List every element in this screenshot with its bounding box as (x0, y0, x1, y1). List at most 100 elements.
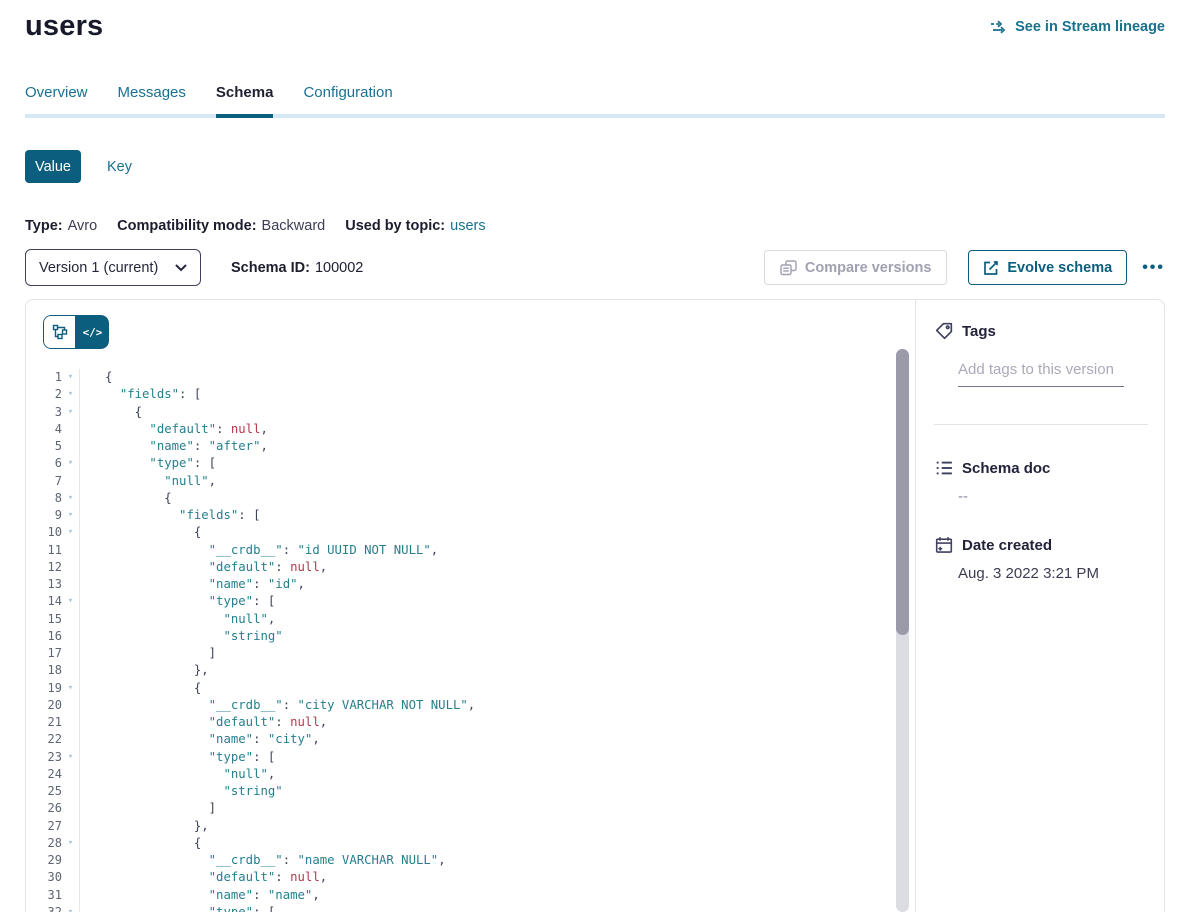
line-number: 21 (26, 714, 62, 731)
line-gutter: 30 (26, 869, 80, 886)
tab-configuration[interactable]: Configuration (303, 84, 392, 114)
code-text: "name": "city", (80, 731, 320, 748)
code-text: "type": [ (80, 455, 216, 472)
line-gutter: 17 (26, 645, 80, 662)
code-line: 23▾ "type": [ (26, 749, 915, 766)
line-number: 24 (26, 766, 62, 783)
schema-id-label: Schema ID: (231, 260, 310, 276)
schema-doc-value: -- (958, 488, 1164, 505)
fold-arrow-icon[interactable]: ▾ (62, 904, 79, 912)
code-view-button[interactable]: </> (76, 315, 109, 349)
line-number: 17 (26, 645, 62, 662)
editor-scrollbar-thumb[interactable] (896, 349, 909, 635)
fold-spacer (62, 818, 79, 835)
line-gutter: 26 (26, 800, 80, 817)
code-line: 13 "name": "id", (26, 576, 915, 593)
line-number: 11 (26, 542, 62, 559)
schema-actions: Compare versions Evolve schema ••• (764, 250, 1165, 285)
code-text: { (80, 404, 142, 421)
code-line: 20 "__crdb__": "city VARCHAR NOT NULL", (26, 697, 915, 714)
evolve-schema-icon (983, 260, 999, 276)
schema-code-editor: </> 1▾{2▾ "fields": [3▾ {4 "default": nu… (26, 300, 915, 912)
fold-spacer (62, 869, 79, 886)
version-select[interactable]: Version 1 (current) (25, 249, 201, 286)
version-select-value: Version 1 (current) (39, 260, 158, 276)
fold-arrow-icon[interactable]: ▾ (62, 524, 79, 541)
tab-schema[interactable]: Schema (216, 84, 274, 118)
compare-versions-button[interactable]: Compare versions (764, 250, 948, 285)
line-gutter: 16 (26, 628, 80, 645)
line-number: 30 (26, 869, 62, 886)
code-text: "name": "id", (80, 576, 305, 593)
fold-spacer (62, 576, 79, 593)
fold-arrow-icon[interactable]: ▾ (62, 404, 79, 421)
line-gutter: 4 (26, 421, 80, 438)
line-gutter: 24 (26, 766, 80, 783)
date-created-value: Aug. 3 2022 3:21 PM (958, 565, 1164, 582)
schema-meta-row: Type: Avro Compatibility mode: Backward … (25, 218, 1165, 234)
fold-spacer (62, 697, 79, 714)
value-key-toggle: Value Key (25, 150, 1165, 183)
fold-spacer (62, 473, 79, 490)
line-number: 28 (26, 835, 62, 852)
tag-icon (935, 322, 953, 340)
line-gutter: 8▾ (26, 490, 80, 507)
fold-arrow-icon[interactable]: ▾ (62, 835, 79, 852)
code-line: 4 "default": null, (26, 421, 915, 438)
fold-spacer (62, 421, 79, 438)
fold-arrow-icon[interactable]: ▾ (62, 749, 79, 766)
line-gutter: 1▾ (26, 369, 80, 386)
fold-arrow-icon[interactable]: ▾ (62, 593, 79, 610)
line-gutter: 13 (26, 576, 80, 593)
code-text: ] (80, 645, 216, 662)
type-value: Avro (68, 218, 98, 234)
fold-spacer (62, 611, 79, 628)
code-text: "name": "name", (80, 887, 320, 904)
fold-spacer (62, 887, 79, 904)
code-line: 8▾ { (26, 490, 915, 507)
code-line: 18 }, (26, 662, 915, 679)
fold-arrow-icon[interactable]: ▾ (62, 455, 79, 472)
list-icon (935, 459, 953, 477)
version-bar: Version 1 (current) Schema ID: 100002 (25, 249, 1165, 286)
key-toggle-button[interactable]: Key (107, 159, 132, 175)
stream-lineage-link[interactable]: See in Stream lineage (990, 19, 1165, 35)
tab-overview[interactable]: Overview (25, 84, 88, 114)
code-line: 10▾ { (26, 524, 915, 541)
tree-view-button[interactable] (43, 315, 76, 349)
code-line: 32▾ "type": [ (26, 904, 915, 912)
more-options-button[interactable]: ••• (1142, 259, 1165, 277)
editor-scrollbar[interactable] (896, 349, 909, 912)
add-tags-input[interactable] (958, 361, 1124, 387)
code-line: 22 "name": "city", (26, 731, 915, 748)
fold-arrow-icon[interactable]: ▾ (62, 490, 79, 507)
tags-section-header: Tags (916, 322, 1164, 340)
code-line: 26 ] (26, 800, 915, 817)
line-number: 1 (26, 369, 62, 386)
code-text: "type": [ (80, 904, 275, 912)
value-toggle-button[interactable]: Value (25, 150, 81, 183)
line-number: 19 (26, 680, 62, 697)
line-number: 23 (26, 749, 62, 766)
tab-messages[interactable]: Messages (118, 84, 186, 114)
line-gutter: 2▾ (26, 386, 80, 403)
fold-spacer (62, 662, 79, 679)
fold-arrow-icon[interactable]: ▾ (62, 680, 79, 697)
fold-spacer (62, 438, 79, 455)
code-text: "fields": [ (80, 507, 261, 524)
code-text: "default": null, (80, 559, 327, 576)
line-gutter: 28▾ (26, 835, 80, 852)
fold-arrow-icon[interactable]: ▾ (62, 386, 79, 403)
code-text: "__crdb__": "city VARCHAR NOT NULL", (80, 697, 475, 714)
line-number: 31 (26, 887, 62, 904)
code-text: "null", (80, 473, 216, 490)
used-by-topic-link[interactable]: users (450, 218, 485, 234)
fold-arrow-icon[interactable]: ▾ (62, 369, 79, 386)
schema-sidebar: Tags Schema doc -- (915, 300, 1164, 912)
code-line: 25 "string" (26, 783, 915, 800)
fold-arrow-icon[interactable]: ▾ (62, 507, 79, 524)
fold-spacer (62, 766, 79, 783)
code-text: "string" (80, 783, 283, 800)
evolve-schema-button[interactable]: Evolve schema (968, 250, 1127, 285)
code-line: 7 "null", (26, 473, 915, 490)
